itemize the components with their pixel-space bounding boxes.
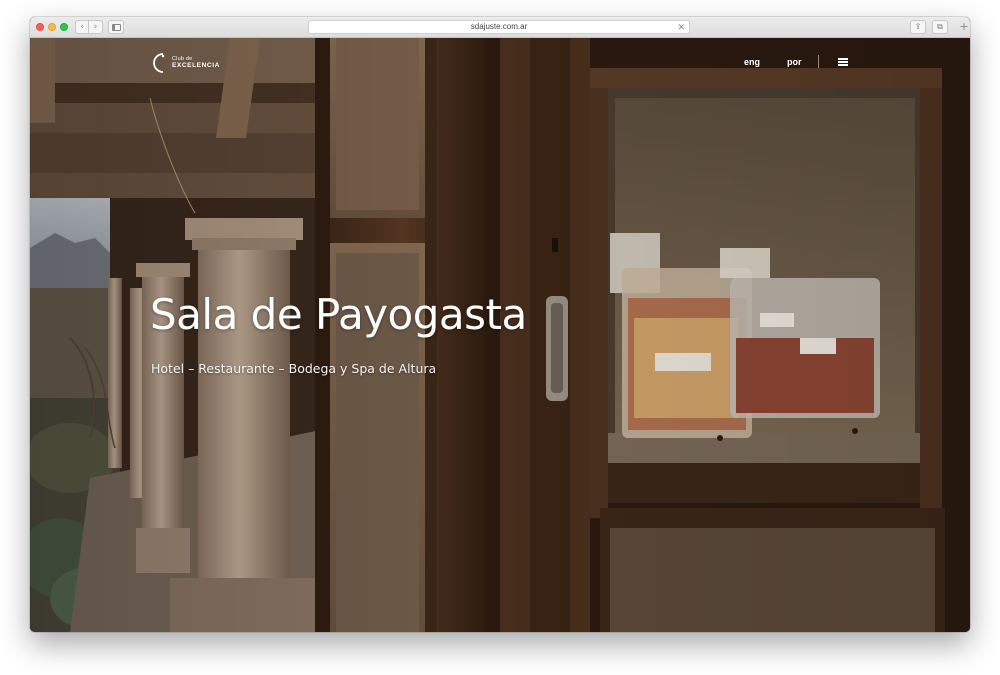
- back-button[interactable]: ‹: [75, 20, 89, 34]
- share-button[interactable]: ⇪: [910, 20, 926, 34]
- show-tabs-button[interactable]: ⧉: [932, 20, 948, 34]
- hamburger-menu-icon[interactable]: [838, 58, 848, 66]
- chevron-left-icon: ‹: [80, 22, 84, 32]
- language-english-link[interactable]: eng: [744, 57, 760, 67]
- minimize-window-button[interactable]: [48, 23, 56, 31]
- forward-button[interactable]: ›: [89, 20, 103, 34]
- hero-title: Sala de Payogasta: [150, 290, 527, 339]
- logo-crescent-icon: [153, 53, 165, 73]
- sidebar-toggle-button[interactable]: [108, 20, 124, 34]
- nav-divider: [818, 55, 819, 68]
- close-window-button[interactable]: [36, 23, 44, 31]
- logo-wordmark: Club de EXCELENCIA: [172, 56, 220, 70]
- logo-line-2: EXCELENCIA: [172, 62, 220, 69]
- browser-window: ‹ › sdajuste.com.ar ✕ ⇪ ⧉ + Club de EXCE…: [30, 17, 970, 632]
- chevron-right-icon: ›: [93, 22, 98, 32]
- tabs-icon: ⧉: [937, 22, 943, 31]
- close-icon[interactable]: ✕: [677, 21, 685, 33]
- web-page: Club de EXCELENCIA eng por Sala de Payog…: [30, 38, 970, 632]
- plus-icon: +: [959, 20, 969, 33]
- hero-subtitle: Hotel – Restaurante – Bodega y Spa de Al…: [151, 361, 437, 376]
- site-logo[interactable]: Club de EXCELENCIA: [150, 52, 220, 74]
- language-portuguese-link[interactable]: por: [787, 57, 802, 67]
- address-bar[interactable]: sdajuste.com.ar ✕: [308, 20, 690, 34]
- browser-toolbar: ‹ › sdajuste.com.ar ✕ ⇪ ⧉ +: [30, 17, 970, 38]
- share-icon: ⇪: [914, 22, 922, 31]
- maximize-window-button[interactable]: [60, 23, 68, 31]
- new-tab-button[interactable]: +: [958, 20, 970, 34]
- url-text: sdajuste.com.ar: [470, 22, 528, 31]
- sidebar-icon: [111, 24, 121, 31]
